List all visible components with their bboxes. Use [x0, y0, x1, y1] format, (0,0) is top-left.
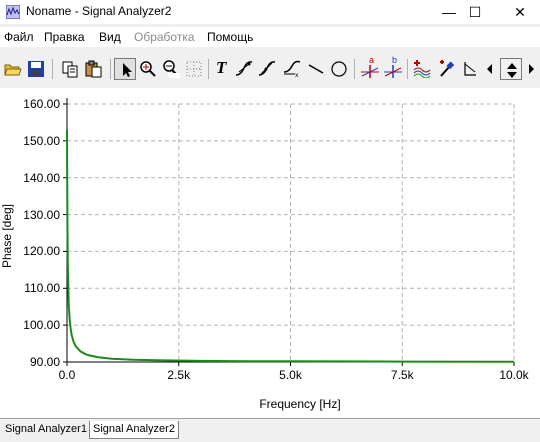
scroll-updown-button[interactable] — [500, 58, 522, 80]
toolbar-separator — [354, 59, 355, 79]
grid-select-button[interactable] — [183, 58, 205, 80]
menu-view[interactable]: Вид — [99, 30, 121, 44]
toolbar: T x a b — [0, 55, 540, 85]
y-axis-title: Phase [deg] — [0, 203, 14, 269]
step-icon — [464, 62, 476, 76]
toolbar-separator — [407, 59, 408, 79]
plot-area[interactable]: 90.00 100.00 110.00 120.00 130.00 140.00 150.0… — [0, 88, 540, 418]
y-tick-label: 100.00 — [23, 318, 60, 333]
grid-select-icon — [186, 61, 202, 77]
paste-icon — [85, 60, 102, 78]
x-tick-label: 0.0 — [58, 368, 76, 382]
pointer-button[interactable] — [114, 58, 136, 80]
document-tabs: Signal Analyzer1 Signal Analyzer2 — [0, 418, 540, 442]
toolbar-separator — [208, 59, 209, 79]
menu-processing[interactable]: Обработка — [134, 30, 195, 44]
y-tick-label: 140.00 — [23, 170, 60, 185]
zoom-100-icon — [163, 60, 180, 78]
y-tick-label: 90.00 — [29, 355, 60, 369]
x-axis-title: Frequency [Hz] — [259, 397, 341, 411]
open-button[interactable] — [2, 58, 24, 80]
line-tool-button[interactable] — [305, 58, 327, 80]
circle-tool-button[interactable] — [328, 58, 350, 80]
cursor-b-label: b — [392, 55, 398, 65]
marker-a-icon — [235, 61, 253, 76]
y-tick-label: 110.00 — [24, 281, 60, 296]
marker-b-button[interactable] — [256, 58, 278, 80]
menu-file[interactable]: Файл — [4, 30, 34, 44]
x-tick-label: 7.5k — [390, 368, 414, 382]
save-icon — [28, 61, 44, 77]
menu-edit[interactable]: Правка — [44, 30, 85, 44]
x-tick-label: 10.0k — [499, 368, 529, 382]
menu-help[interactable]: Помощь — [207, 30, 253, 44]
x-tick-label: 2.5k — [167, 368, 191, 382]
window-title: Noname - Signal Analyzer2 — [26, 4, 172, 18]
scroll-right-button[interactable] — [524, 58, 536, 80]
chart-axes — [63, 98, 515, 366]
scroll-updown-icon — [507, 63, 517, 78]
add-trace-icon — [413, 60, 431, 78]
add-trace-button[interactable] — [411, 58, 433, 80]
svg-text:x: x — [295, 72, 299, 78]
signal-analyzer-app-icon — [6, 5, 20, 19]
tab-signal-analyzer2[interactable]: Signal Analyzer2 — [89, 421, 179, 439]
marker-a-button[interactable] — [233, 58, 255, 80]
menu-bar: Файл Правка Вид Обработка Помощь — [0, 27, 540, 47]
text-icon: T — [216, 58, 227, 77]
step-button[interactable] — [459, 58, 481, 80]
scroll-right-icon — [529, 64, 534, 74]
marker-x-button[interactable]: x — [281, 58, 303, 80]
scroll-left-icon — [487, 64, 492, 74]
zoom-in-icon — [140, 61, 156, 77]
open-folder-icon — [4, 64, 22, 76]
close-button[interactable]: ✕ — [502, 0, 538, 24]
marker-b-icon — [258, 61, 276, 76]
marker-x-icon: x — [283, 60, 301, 78]
save-button[interactable] — [25, 58, 47, 80]
y-tick-label: 150.00 — [23, 133, 60, 148]
zoom-100-button[interactable] — [160, 58, 182, 80]
tab-signal-analyzer1[interactable]: Signal Analyzer1 — [2, 421, 90, 438]
y-tick-label: 160.00 — [23, 97, 60, 111]
x-tick-label: 5.0k — [279, 368, 302, 382]
pipette-button[interactable] — [436, 58, 458, 80]
text-tool-button[interactable]: T — [212, 58, 234, 80]
scroll-left-button[interactable] — [483, 58, 495, 80]
title-bar: Noname - Signal Analyzer2 — ☐ ✕ — [0, 0, 540, 24]
maximize-button[interactable]: ☐ — [457, 0, 493, 24]
cursor-b-button[interactable]: b — [382, 55, 404, 80]
copy-button[interactable] — [59, 58, 81, 80]
line-icon — [308, 64, 324, 74]
chart-grid — [67, 103, 515, 362]
toolbar-separator — [52, 59, 53, 79]
copy-icon — [62, 61, 78, 78]
cursor-a-button[interactable]: a — [359, 55, 381, 80]
zoom-in-button[interactable] — [137, 58, 159, 80]
circle-icon — [331, 61, 347, 77]
pipette-icon — [440, 60, 455, 77]
cursor-a-label: a — [369, 55, 375, 65]
toolbar-separator — [110, 59, 111, 79]
paste-button[interactable] — [82, 58, 104, 80]
pointer-icon — [123, 63, 132, 77]
